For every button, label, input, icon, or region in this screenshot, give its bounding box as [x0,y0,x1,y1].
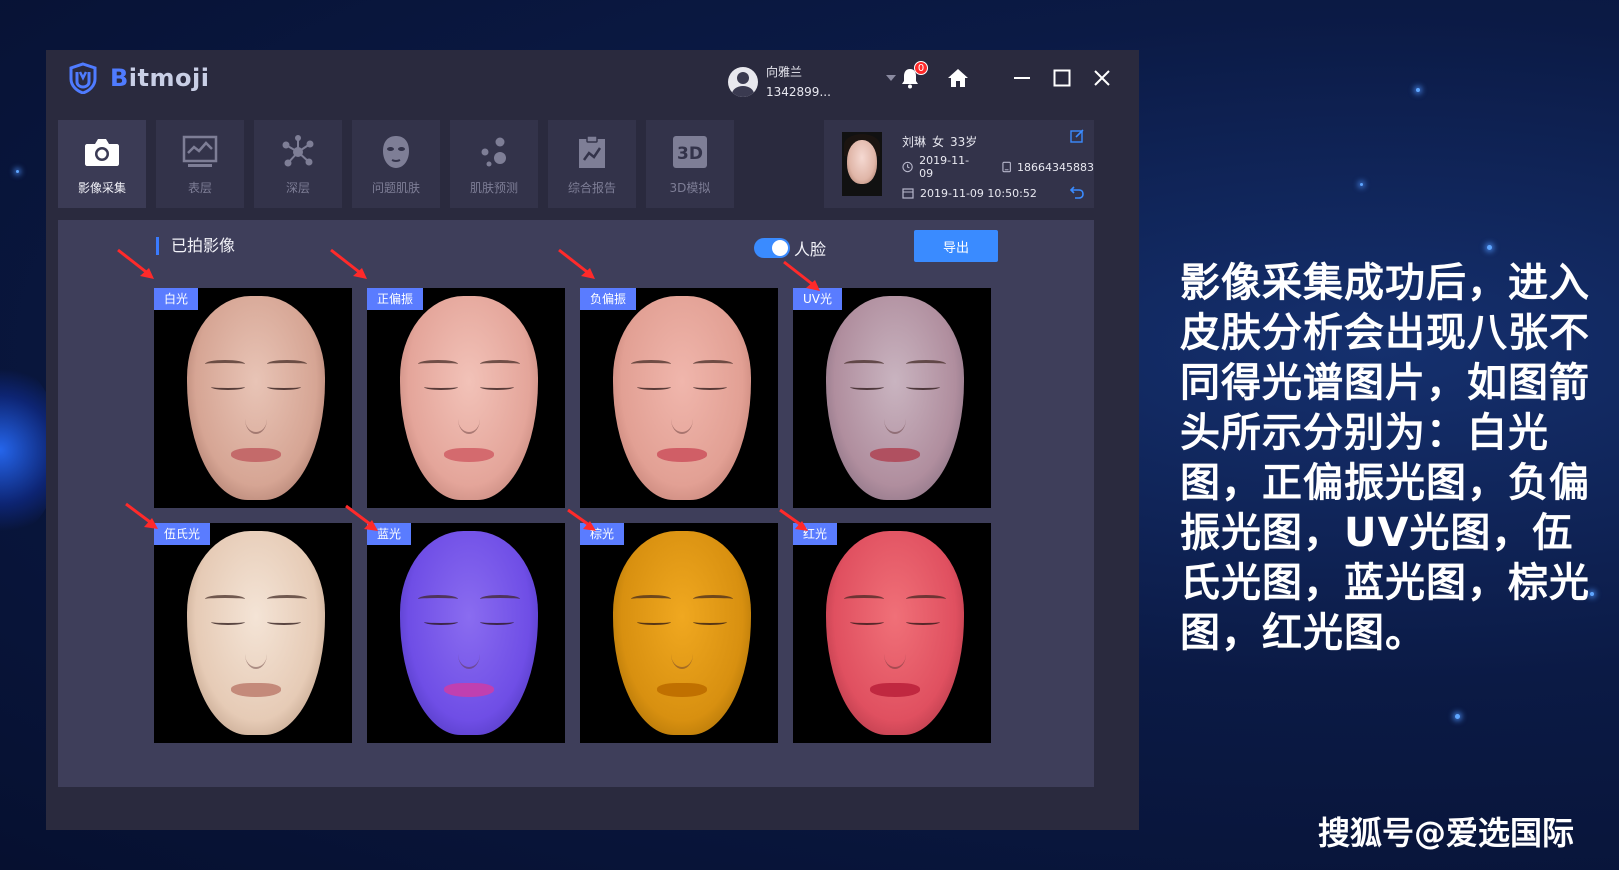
annotation-arrow [117,248,154,279]
molecule-icon [282,134,314,166]
maximize-icon [1053,69,1071,87]
image-label: 白光 [154,288,199,310]
section-title: 已拍影像 [156,237,235,255]
patient-name: 刘琳 [902,134,927,149]
patient-datetime: 2019-11-09 10:50:52 [920,186,1037,200]
user-avatar-icon [728,67,758,97]
brand-name: Bitmoji [110,64,210,92]
home-button[interactable] [946,66,970,90]
3d-icon: 3D [673,135,707,168]
tool-skin-prediction[interactable]: 肌肤预测 [450,120,538,208]
watermark: 搜狐号@爱选国际 [1318,814,1575,852]
camera-icon [85,138,119,166]
spectrum-image[interactable]: 正偏振 [367,288,565,508]
close-icon [1094,70,1110,86]
surface-chart-icon [182,135,218,167]
tool-label: 影像采集 [77,180,126,195]
notification-badge: 0 [914,61,928,75]
tool-label: 表层 [187,180,212,195]
edit-icon [1070,129,1084,143]
minimize-button[interactable] [1010,66,1034,90]
title-actions: 0 [898,61,1114,90]
patient-photo [842,132,882,196]
background-star [1487,245,1492,250]
close-button[interactable] [1090,66,1114,90]
tool-label: 3D模拟 [669,180,711,195]
undo-icon [1069,186,1084,199]
toggle-label: 人脸 [794,240,827,259]
spectrum-image[interactable]: 蓝光 [367,523,565,743]
image-label: 负偏振 [580,288,637,310]
report-icon [579,134,605,168]
calendar-icon [902,188,914,199]
notification-button[interactable]: 0 [898,61,928,90]
svg-text:3D: 3D [677,144,703,164]
spectrum-image[interactable]: 棕光 [580,523,778,743]
toggle-switch[interactable] [754,238,790,258]
face-mask-icon [383,135,409,168]
tool-problem-skin[interactable]: 问题肌肤 [352,120,440,208]
tool-label: 深层 [285,180,310,195]
annotation-arrow [783,260,820,291]
annotation-arrow [125,502,158,529]
phone-icon [1002,161,1011,173]
app-window: Bitmoji 向雅兰 1342899... 0 影像采集 表层 深层 问题肌肤… [46,50,1139,830]
patient-age: 33岁 [950,134,978,149]
app-logo: Bitmoji [68,62,209,94]
annotation-arrow [558,248,595,279]
background-star [1455,714,1460,719]
annotation-arrow [345,504,378,531]
patient-phone: 18664345883 [1017,160,1095,174]
tool-label: 肌肤预测 [469,180,518,195]
user-menu[interactable]: 向雅兰 1342899... [728,62,896,102]
spectrum-image[interactable]: 白光 [154,288,352,508]
background-star [1416,88,1420,92]
annotation-arrow [779,508,808,531]
patient-card: 刘琳 女 33岁 2019-11-09 18664345883 2019-11-… [824,120,1094,208]
tool-report[interactable]: 综合报告 [548,120,636,208]
module-toolbar: 影像采集 表层 深层 问题肌肤 肌肤预测 综合报告 3D 3D模拟 [58,120,734,208]
tool-3d-simulation[interactable]: 3D 3D模拟 [646,120,734,208]
tool-image-capture[interactable]: 影像采集 [58,120,146,208]
annotation-arrow [330,248,367,279]
tool-surface[interactable]: 表层 [156,120,244,208]
chevron-down-icon[interactable] [886,75,896,81]
face-toggle[interactable]: 人脸 [754,236,826,260]
export-button[interactable]: 导出 [914,230,998,262]
clock-icon [902,161,913,173]
user-name: 向雅兰 [766,65,803,79]
tool-label: 问题肌肤 [371,180,420,195]
spectrum-image[interactable]: UV光 [793,288,991,508]
user-phone: 1342899... [766,85,831,99]
image-label: 正偏振 [367,288,424,310]
patient-date: 2019-11-09 [919,154,970,180]
shield-logo-icon [69,62,97,94]
background-star [1360,183,1363,186]
captured-images-panel: 已拍影像 人脸 导出 白光 正偏振 负偏振 UV光 伍氏光 蓝光 棕光 红光 [58,220,1094,787]
tool-label: 综合报告 [567,180,616,195]
return-button[interactable] [1069,184,1084,203]
background-star [16,170,19,173]
tool-deep[interactable]: 深层 [254,120,342,208]
caption-text: 影像采集成功后，进入皮肤分析会出现八张不同得光谱图片，如图箭头所示分别为：白光图… [1180,260,1590,656]
edit-patient-button[interactable] [1070,128,1084,147]
patient-gender: 女 [932,134,945,149]
title-bar: Bitmoji 向雅兰 1342899... 0 [46,50,1139,108]
spectrum-image[interactable]: 负偏振 [580,288,778,508]
spectrum-image[interactable]: 伍氏光 [154,523,352,743]
minimize-icon [1014,77,1030,79]
patient-info: 刘琳 女 33岁 2019-11-09 18664345883 2019-11-… [902,128,1094,206]
dots-icon [481,137,506,166]
maximize-button[interactable] [1050,66,1074,90]
home-icon [948,69,968,87]
spectrum-image[interactable]: 红光 [793,523,991,743]
annotation-arrow [567,508,596,531]
